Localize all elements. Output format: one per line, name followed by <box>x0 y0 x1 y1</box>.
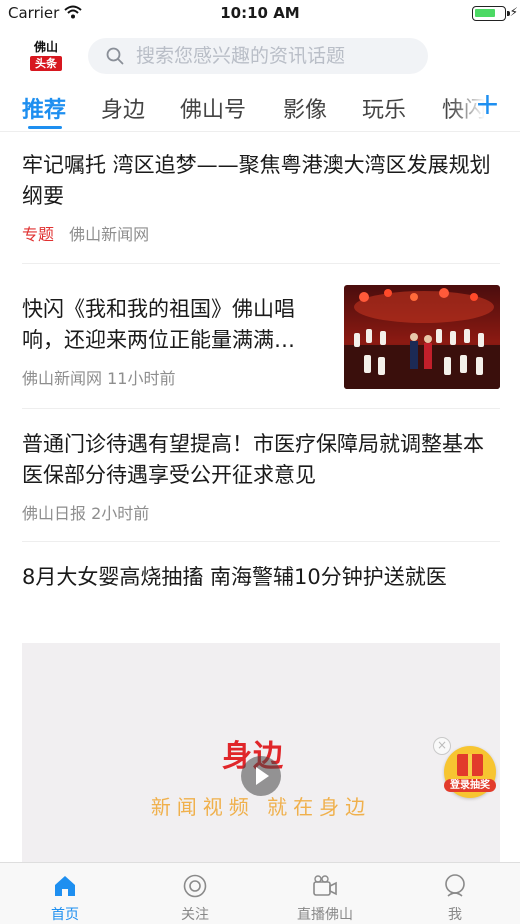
charging-icon: ⚡ <box>509 5 518 19</box>
nav-label: 首页 <box>51 907 79 923</box>
lottery-promo-button[interactable]: 登录抽奖 <box>444 746 496 798</box>
search-icon <box>106 47 124 65</box>
news-title: 牢记嘱托 湾区追梦——聚焦粤港澳大湾区发展规划纲要 <box>22 153 491 208</box>
nav-label: 我 <box>448 907 462 923</box>
status-bar: Carrier 10:10 AM ⚡ <box>0 0 520 26</box>
news-time: 11小时前 <box>107 369 176 388</box>
tab-nearby[interactable]: 身边 <box>101 92 145 124</box>
news-item[interactable]: 普通门诊待遇有望提高！市医疗保障局就调整基本医保部分待遇享受公开征求意见 佛山日… <box>22 409 500 542</box>
logo-line1: 佛山 <box>33 40 58 54</box>
promo-label: 登录抽奖 <box>444 779 496 792</box>
add-channel-icon[interactable]: + <box>475 90 500 120</box>
bottom-nav: 首页 关注 直播佛山 我 <box>0 862 520 924</box>
play-icon[interactable] <box>241 756 281 796</box>
category-tabs: 推荐 身边 佛山号 影像 玩乐 快闪 + <box>0 86 520 132</box>
close-icon[interactable]: × <box>433 737 451 755</box>
search-bar[interactable] <box>88 38 428 74</box>
nav-live[interactable]: 直播佛山 <box>260 863 390 924</box>
news-meta: 佛山日报 2小时前 <box>22 500 500 524</box>
news-title: 快闪《我和我的祖国》佛山唱响，还迎来两位正能量满满… <box>22 297 295 352</box>
news-title: 普通门诊待遇有望提高！市医疗保障局就调整基本医保部分待遇享受公开征求意见 <box>22 432 484 487</box>
tab-images[interactable]: 影像 <box>283 92 327 124</box>
app-screen: Carrier 10:10 AM ⚡ 佛山 头条 推荐 身边 佛山号 影像 玩乐… <box>0 0 520 924</box>
nav-home[interactable]: 首页 <box>0 863 130 924</box>
camera-icon <box>313 875 337 896</box>
news-thumbnail[interactable] <box>344 285 500 389</box>
tab-fun[interactable]: 玩乐 <box>362 92 406 124</box>
topic-tag: 专题 <box>22 225 55 244</box>
active-tab-indicator <box>28 126 62 129</box>
nav-label: 关注 <box>181 907 209 923</box>
news-item[interactable]: 牢记嘱托 湾区追梦——聚焦粤港澳大湾区发展规划纲要 专题 佛山新闻网 <box>22 150 500 264</box>
follow-icon <box>183 874 207 898</box>
search-input[interactable] <box>136 41 416 71</box>
nav-follow[interactable]: 关注 <box>130 863 260 924</box>
profile-icon <box>445 874 465 897</box>
news-time: 2小时前 <box>91 504 150 523</box>
clock: 10:10 AM <box>220 4 300 22</box>
news-source: 佛山新闻网 <box>22 369 103 388</box>
logo-line2: 头条 <box>30 56 62 71</box>
news-meta: 专题 佛山新闻网 <box>22 221 500 245</box>
news-source: 佛山日报 <box>22 504 87 523</box>
news-item[interactable]: 快闪《我和我的祖国》佛山唱响，还迎来两位正能量满满… 佛山新闻网 11小时前 <box>22 283 500 409</box>
home-icon <box>55 876 75 896</box>
tab-recommend[interactable]: 推荐 <box>22 92 66 124</box>
news-title: 8月大女婴高烧抽搐 南海警辅10分钟护送就医 <box>22 565 447 589</box>
gift-ribbon <box>468 754 472 776</box>
app-logo[interactable]: 佛山 头条 <box>30 40 62 72</box>
nav-label: 直播佛山 <box>297 907 353 923</box>
tab-foshan-hao[interactable]: 佛山号 <box>180 92 246 124</box>
stage-photo <box>344 285 500 389</box>
news-source: 佛山新闻网 <box>69 225 150 244</box>
nav-me[interactable]: 我 <box>390 863 520 924</box>
video-player[interactable]: 身边 新闻视频 就在身边 <box>22 643 500 873</box>
battery-icon <box>472 6 510 21</box>
video-slogan: 新闻视频 就在身边 <box>150 795 372 819</box>
